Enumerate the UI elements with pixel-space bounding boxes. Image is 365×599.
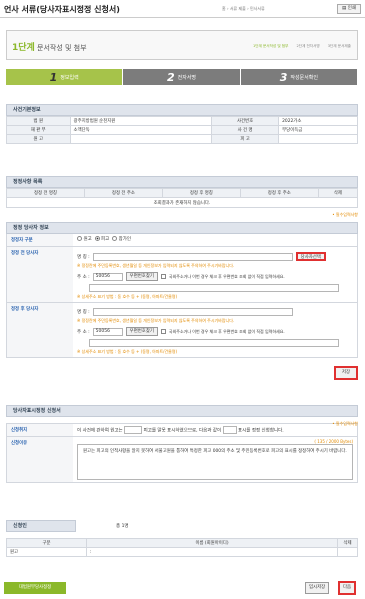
correction-list-title: 정정사항 목록 [6,176,358,188]
purpose-party-input-2[interactable] [222,426,237,434]
after-party-row: 정정 후 당사자 명 칭 : ※ 정정란에 주민등록번호, 생년월일 등 개인정… [6,303,358,358]
party-title: 정정 당사자 정보 [6,222,358,234]
applicant-total: 총 1명 [116,524,129,529]
defendant-label: 피 고 [210,134,280,144]
required-note-2: • 필수입력사항 [332,421,358,426]
applicant-section: 신청인 총 1명 구분 이름 (회원아이디) 삭제 원고: [6,520,358,557]
case-name-label: 사 건 명 [210,125,280,135]
next-button[interactable]: 다음 [338,581,357,595]
applicant-name: : [86,547,338,557]
radio-plaintiff[interactable] [77,236,82,241]
page-header: 언사 서류(당사자표시정정 신청서) 홈 › 서류 제출 › 민사서류 ▤ 인쇄 [0,0,365,18]
applicant-title: 신청인 [6,520,76,532]
substep-3: 3단계 문서제출 [327,44,351,48]
col-delete: 삭제 [317,188,359,198]
page-title: 언사 서류(당사자표시정정 신청서) [4,5,120,14]
select-party-button[interactable]: 당사자선택 [295,252,326,261]
plaintiff-label: 원 고 [6,134,71,144]
radio-intervenor[interactable] [112,236,118,241]
substep-1: 1단계 문서작성 및 첨부 [252,44,289,48]
purpose-label: 신청취지 [7,424,73,436]
before-party-row: 정정 전 당사자 명 칭 : 당사자선택 ※ 정정란에 주민등록번호, 생년월일 … [6,247,358,303]
correction-list-section: 정정사항 목록 정정 전 명칭 정정 전 주소 정정 후 명칭 정정 후 주소 삭제 조… [6,176,359,208]
reason-label: 신청이유 [7,437,73,482]
plaintiff-value [69,134,212,144]
reason-textarea[interactable]: 원고는 피고의 인적사항을 알지 못하여 서울고원을 통하여 특정한 피고 00… [77,444,353,480]
col-after-addr: 정정 후 주소 [239,188,319,198]
reason-row: 신청이유 ( 135 / 2000 Bytes) 원고는 피고의 인적사항을 알… [6,437,358,483]
division-label: 재 판 부 [6,125,71,135]
before-addr-input[interactable] [89,284,339,292]
radio-defendant[interactable] [94,236,100,241]
court-correction-button[interactable]: 대법원부당사정정 [4,582,66,594]
col-name: 이름 (회원아이디) [86,538,338,548]
after-zip-button[interactable]: 우편번호찾기 [125,327,158,336]
privacy-note-2: ※ 정정란에 주민등록번호, 생년월일 등 개인정보가 입력되지 않도록 주의하… [77,318,235,323]
case-no-label: 사건번호 [210,116,280,126]
before-name-input[interactable] [92,252,293,261]
step-box: 1단계 문서작성 및 첨부 1단계 문서작성 및 첨부 2단계 전자서명 3단계… [6,30,358,60]
after-zip-input[interactable]: 50056 [92,327,123,336]
before-zip-input[interactable]: 50056 [92,272,123,281]
before-foreign-checkbox[interactable] [160,274,166,279]
division-value: 소액단독 [69,125,212,135]
col-before-name: 정정 전 명칭 [6,188,85,198]
purpose-party-input[interactable] [124,426,143,434]
purpose-row: 신청취지 이 사건에 관하여 원고는 피고를 말못 표시하였으므로, 다음과 같… [6,423,358,437]
addr-note-1: ※ 상세주소 표기 방법 : 동 호수 등 + (동명, 아파트/건물명) [77,294,178,299]
application-section: 당사자표시정정 신청서 • 필수입력사항 신청취지 이 사건에 관하여 원고는 … [6,405,358,483]
col-delete-2: 삭제 [337,538,358,548]
party-type-row: 정정자 구분 원고 피고 참가인 [6,234,358,247]
substeps: 1단계 문서작성 및 첨부 2단계 전자서명 3단계 문서제출 [253,44,351,49]
after-addr-input[interactable] [89,339,339,347]
case-info-title: 사건기본정보 [6,104,358,116]
addr-note-2: ※ 상세주소 표기 방법 : 동 호수 등 + (동명, 아파트/건물명) [77,349,178,354]
case-info-table: 법 원 광주지방법원 순천지원 사건번호 2022가소 재 판 부 소액단독 사 건 명부… [6,116,358,144]
privacy-note-1: ※ 정정란에 주민등록번호, 생년월일 등 개인정보가 입력되지 않도록 주의하… [77,263,235,268]
applicant-type: 원고 [6,547,87,557]
step-name: 문서작성 및 첨부 [37,44,87,52]
temp-save-button[interactable]: 임시저장 [305,582,330,594]
after-name-input[interactable] [92,308,293,316]
save-button[interactable]: 저장 [333,366,358,380]
applicant-table: 구분 이름 (회원아이디) 삭제 원고: [6,538,358,557]
correction-table: 정정 전 명칭 정정 전 주소 정정 후 명칭 정정 후 주소 삭제 조회결과가 존재하… [6,188,359,208]
application-title: 당사자표시정정 신청서 [6,405,358,417]
breadcrumb: 홈 › 서류 제출 › 민사서류 [222,6,265,11]
print-button[interactable]: ▤ 인쇄 [337,4,361,14]
tab-document-check[interactable]: 3 작성문서확인 [240,69,358,85]
tab-e-signature[interactable]: 2 전자서명 [123,69,241,85]
case-info-section: 사건기본정보 법 원 광주지방법원 순천지원 사건번호 2022가소 재 판 부 소액단… [6,104,358,144]
case-name-value: 부당이득금 [278,125,358,135]
court-label: 법 원 [6,116,71,126]
defendant-value [278,134,358,144]
col-before-addr: 정정 전 주소 [83,188,163,198]
substep-2: 2단계 전자서명 [296,44,320,48]
empty-message: 조회결과가 존재하지 않습니다. [6,197,358,208]
required-note: • 필수입력사항 [332,212,358,217]
after-foreign-checkbox[interactable] [160,329,166,334]
after-party-label: 정정 후 당사자 [7,303,73,357]
wizard-tabs: 1 정보입력 2 전자서명 3 작성문서확인 [6,69,358,85]
tab-info-input[interactable]: 1 정보입력 [6,69,124,85]
col-after-name: 정정 후 명칭 [161,188,241,198]
case-no-value: 2022가소 [278,116,358,126]
party-section: 정정 당사자 정보 • 필수입력사항 정정자 구분 원고 피고 참가인 정정 전… [6,212,358,380]
step-number: 1단계 [12,43,35,53]
col-type: 구분 [6,538,87,548]
applicant-delete[interactable] [337,547,358,557]
before-zip-button[interactable]: 우편번호찾기 [125,272,158,281]
before-party-label: 정정 전 당사자 [7,247,73,302]
court-value: 광주지방법원 순천지원 [69,116,212,126]
party-type-label: 정정자 구분 [7,234,73,246]
